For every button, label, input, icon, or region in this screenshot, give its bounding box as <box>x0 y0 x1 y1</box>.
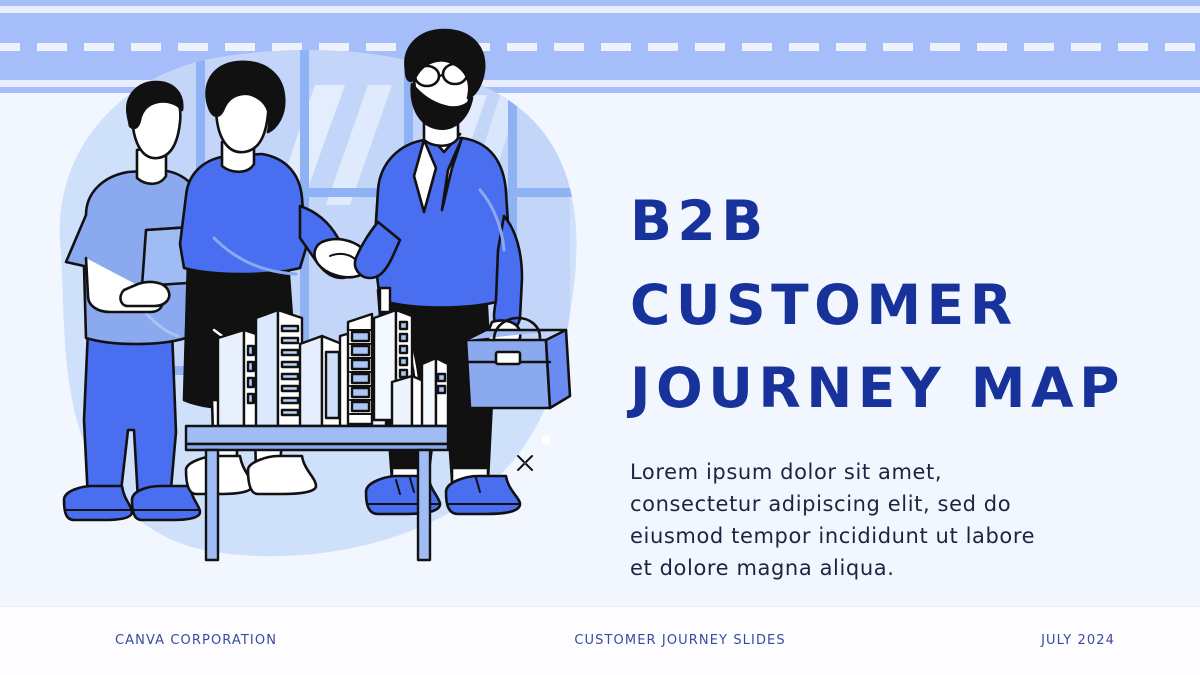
business-handshake-illustration <box>0 0 600 606</box>
page-title: B2B Customer Journey Map <box>630 189 1125 421</box>
footer-deck-name: Customer Journey Slides <box>574 633 786 648</box>
dot-mark <box>541 435 551 445</box>
title-text-block: B2B Customer Journey Map Lorem ipsum dol… <box>630 180 1160 584</box>
footer-date: July 2024 <box>1041 633 1115 648</box>
footer-row: Canva Corporation Customer Journey Slide… <box>115 606 1115 675</box>
slide-description: Lorem ipsum dolor sit amet, consectetur … <box>630 459 1036 580</box>
sparkle-mark <box>517 455 533 471</box>
slide-canvas: B2B Customer Journey Map Lorem ipsum dol… <box>0 0 1200 675</box>
footer-company: Canva Corporation <box>115 633 278 648</box>
slide-footer: Canva Corporation Customer Journey Slide… <box>0 606 1200 675</box>
